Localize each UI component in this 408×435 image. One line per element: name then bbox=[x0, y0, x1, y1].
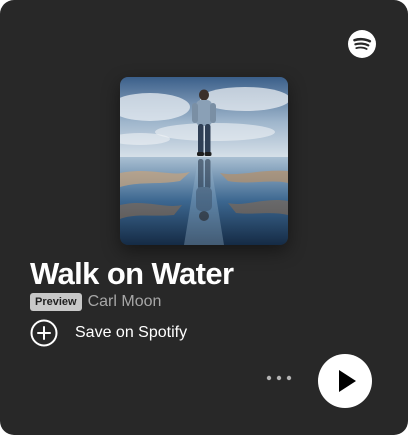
track-meta: Preview Carl Moon bbox=[30, 292, 161, 312]
play-icon bbox=[339, 370, 356, 392]
save-label: Save on Spotify bbox=[75, 324, 188, 341]
save-on-spotify-button[interactable]: Save on Spotify bbox=[30, 318, 187, 348]
spotify-embed-card: Walk on Water Preview Carl Moon Save on … bbox=[0, 0, 408, 435]
more-options-icon bbox=[266, 375, 292, 381]
preview-badge: Preview bbox=[30, 293, 82, 311]
play-button[interactable] bbox=[318, 354, 372, 408]
track-title[interactable]: Walk on Water bbox=[30, 254, 234, 294]
artist-name[interactable]: Carl Moon bbox=[88, 292, 162, 312]
spotify-icon[interactable] bbox=[348, 30, 376, 58]
more-options-button[interactable] bbox=[262, 367, 296, 389]
album-cover-image[interactable] bbox=[120, 77, 288, 245]
plus-circle-icon bbox=[30, 319, 58, 347]
